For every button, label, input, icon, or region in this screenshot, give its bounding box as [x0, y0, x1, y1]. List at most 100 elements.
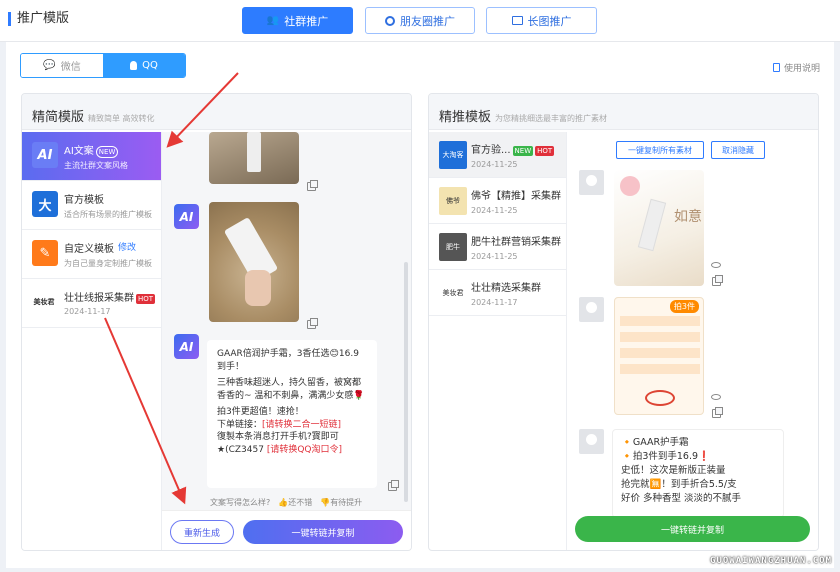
thumbs-up-button[interactable]: 👍还不错	[278, 497, 312, 508]
tab-community[interactable]: 👥 社群推广	[242, 7, 353, 34]
template-name: 壮壮线报采集群 HOT	[64, 293, 156, 304]
template-name: AI文案 NEW	[64, 142, 119, 158]
simple-template-title: 精简模版	[32, 110, 85, 125]
featured-template-panel: 精推模板 为您精挑细选最丰富的推广素材 大淘客 官方验... NEW HOT 202…	[428, 93, 819, 551]
regenerate-button[interactable]: 重新生成	[170, 520, 234, 544]
message-line: 🔸拍3件到手16.9❗	[621, 451, 710, 462]
moments-icon	[385, 15, 395, 26]
eye-icon[interactable]	[711, 394, 721, 400]
edit-link[interactable]: 修改	[118, 240, 136, 253]
template-item-custom[interactable]: ✎ 自定义模板 修改 为自己量身定制推广模板	[22, 230, 161, 279]
tab-moments-label: 朋友圈推广	[400, 14, 455, 28]
qq-option[interactable]: QQ	[103, 54, 185, 77]
group-avatar: 大淘客	[439, 141, 467, 169]
convert-copy-button-green[interactable]: 一键转链并复制	[575, 516, 810, 542]
template-item-ai[interactable]: AI AI文案 NEW 主流社群文案风格	[22, 132, 161, 181]
hot-badge: HOT	[535, 146, 555, 156]
group-date: 2024-11-25	[471, 160, 518, 169]
copy-icon[interactable]	[712, 275, 723, 286]
qq-code-placeholder: [请转换QQ淘口令]	[266, 444, 343, 455]
message-line: 抢完就🈚！到手折合5.5/支	[621, 479, 737, 490]
feedback-row: 文案写得怎么样? 👍还不错 👎有待提升	[210, 497, 362, 508]
ai-preview-chat: AI AI GAAR倍润护手霜，3香任选😊16.9到手！ 三种香味超迷人，持久留…	[162, 132, 411, 550]
new-badge: NEW	[95, 146, 119, 158]
tab-moments[interactable]: 朋友圈推广	[365, 7, 475, 34]
featured-template-title: 精推模板	[439, 110, 492, 125]
eye-icon[interactable]	[711, 262, 721, 268]
product-photo-1	[209, 132, 299, 184]
message-line: 下单链接：[请转换二合一短链]	[217, 419, 342, 430]
tab-long-image[interactable]: 长图推广	[486, 7, 597, 34]
ai-avatar-icon: AI	[174, 204, 199, 229]
qq-icon	[130, 61, 138, 70]
group-date: 2024-11-25	[471, 206, 518, 215]
material-message-bubble: 🔸GAAR护手霜 🔸拍3件到手16.9❗ 史低！这次是新版正装量 抢完就🈚！到手…	[612, 429, 784, 518]
template-list: AI AI文案 NEW 主流社群文案风格 大 官方模板 适合所有场景的推广模板 ✎…	[22, 132, 162, 550]
tab-community-label: 社群推广	[284, 14, 329, 28]
copy-all-button[interactable]: 一键复制所有素材	[616, 141, 704, 159]
promo-tag: 拍3件	[669, 300, 699, 313]
group-date: 2024-11-25	[471, 252, 518, 261]
simple-template-panel: 精简模版 精致简单 高效转化 AI AI文案 NEW 主流社群文案风格 大 官方模…	[21, 93, 412, 551]
message-line: 復製本条消息打开手机?寳即可★(CZ3457 [请转换QQ淘口令]	[217, 432, 343, 455]
qq-label: QQ	[142, 60, 158, 71]
scrollbar[interactable]	[404, 262, 408, 502]
group-avatar: 佛爷	[439, 187, 467, 215]
image-icon	[511, 16, 523, 25]
ai-avatar-icon: AI	[174, 334, 199, 359]
group-name: 壮壮精选采集群	[471, 283, 541, 294]
document-icon	[772, 63, 780, 72]
group-name: 肥牛社群营销采集群	[471, 237, 561, 248]
top-header: 推广模版 👥 社群推广 朋友圈推广 长图推广	[0, 0, 840, 42]
group-list: 大淘客 官方验... NEW HOT 2024-11-25 佛爷 佛爷【精推】采集群…	[429, 132, 567, 550]
template-desc: 为自己量身定制推广模板	[64, 259, 152, 268]
group-name: 官方验... NEW HOT	[471, 145, 555, 156]
thumbs-down-button[interactable]: 👎有待提升	[320, 497, 362, 508]
wechat-label: 微信	[60, 62, 81, 73]
ai-icon: AI	[32, 142, 58, 168]
message-line: 好价 多种香型 淡淡的不腻手	[621, 493, 742, 504]
message-line: 拍3件更超值！速抢！	[217, 407, 304, 417]
copy-icon[interactable]	[712, 407, 723, 418]
copy-icon[interactable]	[388, 480, 399, 491]
help-link-label: 使用说明	[783, 64, 820, 74]
product-listing-image: 拍3件	[614, 297, 704, 415]
group-date: 2024-11-17	[471, 298, 518, 307]
group-avatar: 美妆君	[439, 279, 467, 307]
group-name: 佛爷【精推】采集群	[471, 191, 561, 202]
sender-avatar	[579, 297, 604, 322]
watermark: GUOWAIWANGZHUAN.COM	[710, 556, 832, 566]
wechat-icon: 💬	[43, 60, 56, 71]
group-item[interactable]: 佛爷 佛爷【精推】采集群 2024-11-25	[429, 178, 566, 224]
action-bar: 重新生成 一键转链并复制	[162, 510, 411, 550]
convert-copy-button[interactable]: 一键转链并复制	[243, 520, 403, 544]
feedback-question: 文案写得怎么样?	[210, 498, 271, 507]
template-item-official[interactable]: 大 官方模板 适合所有场景的推广模板	[22, 181, 161, 230]
short-link-placeholder: [请转换二合一短链]	[262, 419, 342, 430]
page-title: 推广模版	[8, 12, 69, 26]
sender-avatar	[579, 429, 604, 454]
sender-avatar	[579, 170, 604, 195]
product-photo-2	[209, 202, 299, 322]
group-item[interactable]: 肥牛 肥牛社群营销采集群 2024-11-25	[429, 224, 566, 270]
copy-icon[interactable]	[307, 180, 318, 191]
template-name: 自定义模板 修改	[64, 240, 136, 255]
wechat-option[interactable]: 💬 微信	[21, 54, 103, 77]
group-avatar: 肥牛	[439, 233, 467, 261]
ai-message-bubble: GAAR倍润护手霜，3香任选😊16.9到手！ 三种香味超迷人，持久留香，被窝都香…	[207, 340, 377, 488]
official-logo-icon: 大	[32, 191, 58, 217]
template-desc: 适合所有场景的推广模板	[64, 210, 152, 219]
message-line: 🔸GAAR护手霜	[621, 437, 689, 448]
template-item-zhuangzhuang[interactable]: 美妆君 壮壮线报采集群 HOT 2024-11-17	[22, 279, 161, 328]
featured-template-header: 精推模板 为您精挑细选最丰富的推广素材	[429, 94, 818, 130]
image-caption: 如意	[674, 209, 702, 225]
help-link[interactable]: 使用说明	[772, 61, 820, 74]
unhide-button[interactable]: 取消隐藏	[711, 141, 765, 159]
group-item[interactable]: 美妆君 壮壮精选采集群 2024-11-17	[429, 270, 566, 316]
group-item[interactable]: 大淘客 官方验... NEW HOT 2024-11-25	[429, 132, 566, 178]
template-date: 2024-11-17	[64, 307, 111, 316]
template-name: 官方模板	[64, 195, 104, 206]
copy-icon[interactable]	[307, 318, 318, 329]
new-badge: NEW	[512, 146, 534, 156]
simple-template-subtitle: 精致简单 高效转化	[88, 114, 155, 123]
